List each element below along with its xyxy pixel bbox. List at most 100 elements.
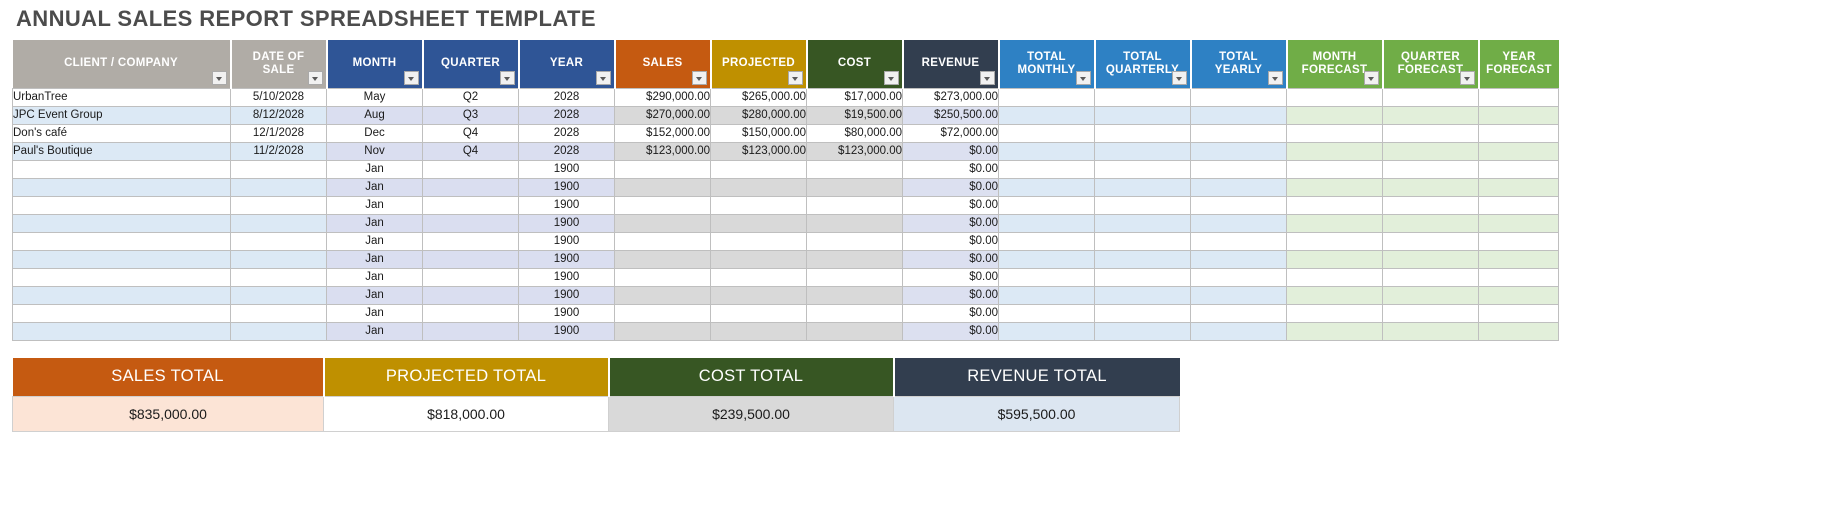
cell-year-forecast[interactable] [1478, 87, 1559, 107]
cell-revenue[interactable]: $0.00 [902, 213, 999, 233]
cell-quarter-forecast[interactable] [1382, 195, 1479, 215]
cell-cost[interactable] [806, 231, 903, 251]
table-row[interactable]: Jan 1900 $0.00 [12, 249, 1559, 269]
cell-revenue[interactable]: $0.00 [902, 303, 999, 323]
cell-cost[interactable] [806, 267, 903, 287]
cell-quarter[interactable] [422, 267, 519, 287]
cell-client-company[interactable]: JPC Event Group [12, 105, 231, 125]
filter-dropdown-icon[interactable] [979, 70, 995, 85]
cell-year[interactable]: 2028 [518, 105, 615, 125]
cell-total-monthly[interactable] [998, 285, 1095, 305]
cell-quarter[interactable]: Q4 [422, 141, 519, 161]
cell-year[interactable]: 1900 [518, 321, 615, 341]
cell-client-company[interactable] [12, 303, 231, 323]
cell-total-quarterly[interactable] [1094, 321, 1191, 341]
cell-client-company[interactable] [12, 231, 231, 251]
cell-quarter-forecast[interactable] [1382, 105, 1479, 125]
cell-sales[interactable]: $270,000.00 [614, 105, 711, 125]
cell-year-forecast[interactable] [1478, 177, 1559, 197]
filter-dropdown-icon[interactable] [403, 70, 419, 85]
table-row[interactable]: Don's café 12/1/2028 Dec Q4 2028 $152,000.00 $… [12, 123, 1559, 143]
column-header-cost[interactable]: COST [806, 40, 904, 88]
cell-year-forecast[interactable] [1478, 123, 1559, 143]
cell-year[interactable]: 2028 [518, 123, 615, 143]
cell-date-of-sale[interactable]: 11/2/2028 [230, 141, 327, 161]
cell-year-forecast[interactable] [1478, 321, 1559, 341]
cell-date-of-sale[interactable] [230, 249, 327, 269]
cell-total-yearly[interactable] [1190, 249, 1287, 269]
cell-cost[interactable] [806, 321, 903, 341]
cell-projected[interactable] [710, 195, 807, 215]
cell-quarter[interactable]: Q3 [422, 105, 519, 125]
cell-total-monthly[interactable] [998, 177, 1095, 197]
cell-sales[interactable] [614, 177, 711, 197]
cell-quarter[interactable] [422, 213, 519, 233]
cell-total-monthly[interactable] [998, 213, 1095, 233]
cell-year[interactable]: 1900 [518, 231, 615, 251]
cell-quarter[interactable] [422, 249, 519, 269]
cell-quarter[interactable] [422, 321, 519, 341]
cell-sales[interactable] [614, 267, 711, 287]
cell-date-of-sale[interactable] [230, 285, 327, 305]
table-row[interactable]: UrbanTree 5/10/2028 May Q2 2028 $290,000.00 $2… [12, 87, 1559, 107]
cell-cost[interactable] [806, 213, 903, 233]
cell-total-yearly[interactable] [1190, 105, 1287, 125]
cell-total-quarterly[interactable] [1094, 105, 1191, 125]
cell-client-company[interactable]: Don's café [12, 123, 231, 143]
cell-total-monthly[interactable] [998, 87, 1095, 107]
cell-total-quarterly[interactable] [1094, 141, 1191, 161]
cell-year-forecast[interactable] [1478, 105, 1559, 125]
cell-revenue[interactable]: $0.00 [902, 285, 999, 305]
table-row[interactable]: Jan 1900 $0.00 [12, 285, 1559, 305]
cell-quarter-forecast[interactable] [1382, 123, 1479, 143]
cell-date-of-sale[interactable] [230, 231, 327, 251]
table-row[interactable]: Jan 1900 $0.00 [12, 231, 1559, 251]
cell-month[interactable]: May [326, 87, 423, 107]
cell-total-monthly[interactable] [998, 159, 1095, 179]
table-row[interactable]: Jan 1900 $0.00 [12, 213, 1559, 233]
filter-dropdown-icon[interactable] [595, 70, 611, 85]
column-header-quarter-forecast[interactable]: QUARTER FORECAST [1382, 40, 1480, 88]
cell-month-forecast[interactable] [1286, 195, 1383, 215]
column-header-total-yearly[interactable]: TOTAL YEARLY [1190, 40, 1288, 88]
cell-cost[interactable] [806, 249, 903, 269]
cell-cost[interactable] [806, 303, 903, 323]
cell-date-of-sale[interactable] [230, 267, 327, 287]
cell-date-of-sale[interactable] [230, 303, 327, 323]
cell-month[interactable]: Jan [326, 231, 423, 251]
cell-quarter-forecast[interactable] [1382, 213, 1479, 233]
column-header-revenue[interactable]: REVENUE [902, 40, 1000, 88]
cell-month[interactable]: Jan [326, 321, 423, 341]
cell-month-forecast[interactable] [1286, 141, 1383, 161]
cell-year-forecast[interactable] [1478, 141, 1559, 161]
cell-total-monthly[interactable] [998, 141, 1095, 161]
cell-year[interactable]: 1900 [518, 195, 615, 215]
cell-revenue[interactable]: $0.00 [902, 177, 999, 197]
cell-projected[interactable]: $123,000.00 [710, 141, 807, 161]
cell-year-forecast[interactable] [1478, 285, 1559, 305]
cell-month[interactable]: Jan [326, 267, 423, 287]
cell-year[interactable]: 1900 [518, 285, 615, 305]
cell-month-forecast[interactable] [1286, 159, 1383, 179]
cell-month[interactable]: Dec [326, 123, 423, 143]
cell-total-yearly[interactable] [1190, 141, 1287, 161]
cell-cost[interactable]: $123,000.00 [806, 141, 903, 161]
cell-projected[interactable]: $150,000.00 [710, 123, 807, 143]
cell-total-quarterly[interactable] [1094, 123, 1191, 143]
cell-total-yearly[interactable] [1190, 213, 1287, 233]
cell-month[interactable]: Jan [326, 249, 423, 269]
cell-total-yearly[interactable] [1190, 177, 1287, 197]
cell-projected[interactable] [710, 213, 807, 233]
cell-date-of-sale[interactable] [230, 177, 327, 197]
cell-quarter-forecast[interactable] [1382, 249, 1479, 269]
cell-client-company[interactable] [12, 159, 231, 179]
cell-cost[interactable] [806, 195, 903, 215]
cell-total-yearly[interactable] [1190, 267, 1287, 287]
cell-sales[interactable] [614, 213, 711, 233]
cell-quarter-forecast[interactable] [1382, 303, 1479, 323]
cell-total-quarterly[interactable] [1094, 195, 1191, 215]
cell-year-forecast[interactable] [1478, 303, 1559, 323]
cell-client-company[interactable]: UrbanTree [12, 87, 231, 107]
cell-client-company[interactable]: Paul's Boutique [12, 141, 231, 161]
cell-date-of-sale[interactable]: 12/1/2028 [230, 123, 327, 143]
